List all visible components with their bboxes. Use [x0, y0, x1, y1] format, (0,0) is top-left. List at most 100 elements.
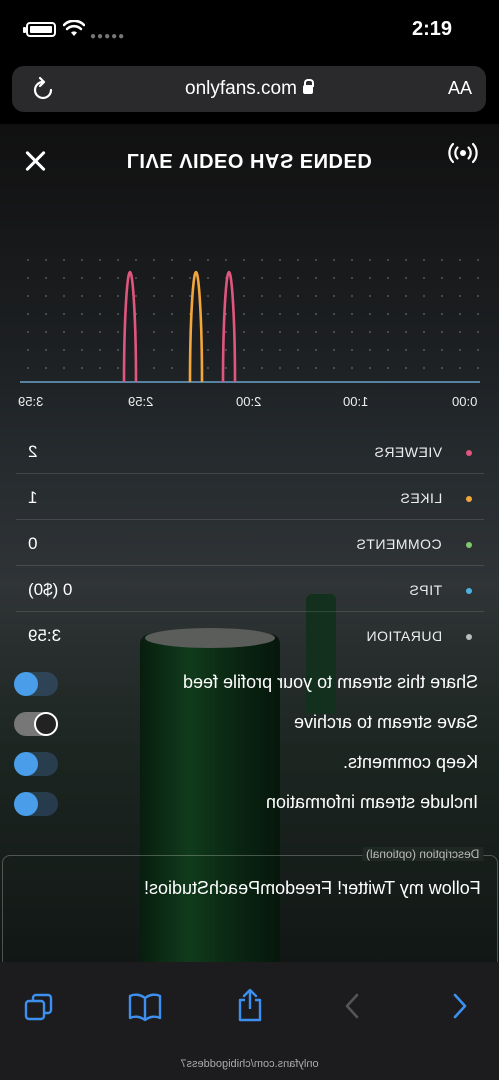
grid-dot [225, 367, 227, 369]
grid-dot [153, 367, 155, 369]
grid-dot [369, 367, 371, 369]
grid-dot [243, 331, 245, 333]
grid-dot [117, 349, 119, 351]
save-archive-toggle[interactable] [14, 712, 58, 736]
grid-dot [225, 331, 227, 333]
grid-dot [27, 313, 29, 315]
grid-dot [459, 259, 461, 261]
grid-dot [333, 295, 335, 297]
grid-dot [261, 349, 263, 351]
stat-row-duration: 3:59 DURATION [16, 612, 484, 658]
grid-dot [153, 349, 155, 351]
grid-dot [99, 331, 101, 333]
grid-dot [351, 295, 353, 297]
stat-value: 1 [28, 488, 38, 507]
stat-value: 2 [28, 442, 38, 461]
grid-dot [315, 367, 317, 369]
grid-dot [243, 259, 245, 261]
url-display[interactable]: onlyfans.com [12, 78, 486, 100]
grid-dot [171, 259, 173, 261]
grid-dot [135, 295, 137, 297]
grid-dot [117, 277, 119, 279]
grid-dot [297, 313, 299, 315]
stream-activity-chart [20, 259, 480, 383]
tabs-icon[interactable] [24, 992, 54, 1022]
stat-row-tips: 0 ($0) TIPS [16, 566, 484, 612]
grid-dot [63, 259, 65, 261]
grid-dot [387, 313, 389, 315]
grid-dot [315, 349, 317, 351]
grid-dot [459, 349, 461, 351]
grid-dot [351, 367, 353, 369]
stat-value: 3:59 [28, 626, 62, 645]
tick-label: 2:59 [128, 394, 154, 409]
grid-dot [387, 277, 389, 279]
grid-dot [279, 331, 281, 333]
back-icon[interactable] [344, 992, 360, 1020]
grid-dot [99, 277, 101, 279]
grid-dot [351, 277, 353, 279]
lock-icon [302, 79, 314, 94]
toggle-knob [14, 672, 38, 696]
stat-label: COMMENTS [356, 536, 442, 552]
grid-dot [387, 331, 389, 333]
option-label: Keep comments. [342, 752, 478, 772]
grid-dot [459, 331, 461, 333]
grid-dot [27, 259, 29, 261]
grid-dot [369, 349, 371, 351]
stat-label: LIKES [399, 490, 442, 506]
grid-dot [45, 331, 47, 333]
grid-dot [441, 277, 443, 279]
address-bar[interactable]: onlyfans.com AA [12, 66, 486, 112]
status-bar: ●●●●● 2:19 [0, 0, 499, 62]
grid-dot [405, 313, 407, 315]
chart-series [122, 270, 237, 383]
grid-dot [45, 295, 47, 297]
grid-dot [477, 313, 479, 315]
wifi-icon [63, 20, 85, 36]
grid-dot [225, 349, 227, 351]
grid-dot [243, 349, 245, 351]
grid-dot [387, 367, 389, 369]
grid-dot [351, 331, 353, 333]
grid-dot [45, 277, 47, 279]
bookmarks-icon[interactable] [128, 992, 162, 1022]
grid-dot [45, 313, 47, 315]
option-label: Save stream to archive [293, 712, 478, 732]
option-label: Include stream information [265, 792, 478, 812]
grid-dot [297, 295, 299, 297]
forward-icon[interactable] [452, 992, 468, 1020]
keep-comments-toggle[interactable] [14, 752, 58, 776]
battery-icon [23, 22, 56, 37]
grid-dot [279, 259, 281, 261]
grid-dot [369, 313, 371, 315]
tips-dot-icon [466, 588, 472, 594]
grid-dot [171, 313, 173, 315]
grid-dot [387, 295, 389, 297]
stat-value: 0 ($0) [28, 580, 73, 599]
tick-label: 3:59 [18, 394, 44, 409]
stat-label: TIPS [408, 582, 442, 598]
grid-dot [441, 331, 443, 333]
grid-dot [423, 349, 425, 351]
grid-dot [207, 313, 209, 315]
grid-dot [315, 277, 317, 279]
grid-dot [243, 367, 245, 369]
share-feed-toggle[interactable] [14, 672, 58, 696]
share-icon[interactable] [236, 988, 264, 1022]
grid-dot [171, 367, 173, 369]
grid-dot [369, 277, 371, 279]
grid-dot [423, 259, 425, 261]
text-size-button[interactable]: AA [448, 78, 472, 99]
include-info-toggle[interactable] [14, 792, 58, 816]
grid-dot [441, 349, 443, 351]
grid-dot [315, 313, 317, 315]
grid-dot [117, 259, 119, 261]
series-peak-likes [188, 270, 204, 383]
grid-dot [63, 277, 65, 279]
grid-dot [261, 277, 263, 279]
stat-value: 0 [28, 534, 38, 553]
description-field[interactable]: Description (optional) Follow my Twitter… [2, 847, 498, 962]
grid-dot [153, 313, 155, 315]
footer-url: onlyfans.com/chibigoddess7 [180, 1058, 319, 1070]
